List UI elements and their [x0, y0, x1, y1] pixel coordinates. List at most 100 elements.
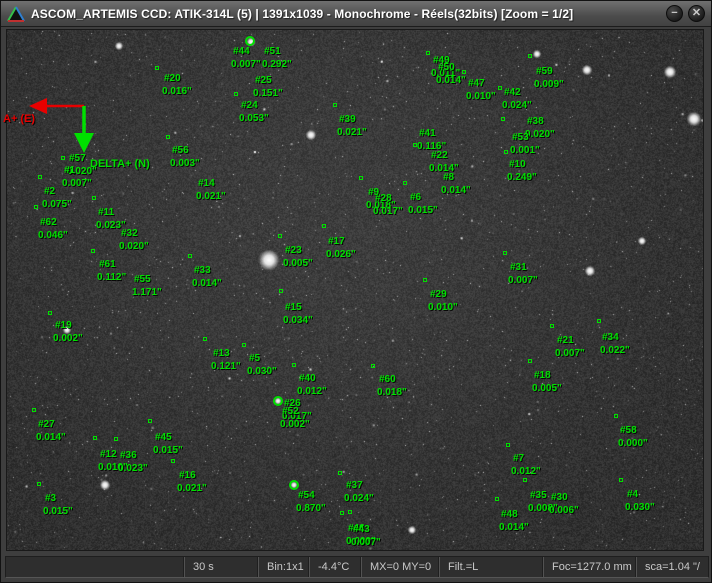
star-label: #31	[510, 262, 527, 273]
title-bar[interactable]: ASCOM_ARTEMIS CCD: ATIK-314L (5) | 1391x…	[1, 1, 711, 27]
star-marker	[597, 319, 601, 323]
star-value: 0.006"	[549, 505, 579, 516]
star-value: 0.010"	[428, 302, 458, 313]
status-filter: Filt.=L	[439, 557, 543, 577]
star-value: 0.007"	[508, 275, 538, 286]
star-value: 0.112"	[97, 272, 126, 283]
star-label: #21	[557, 335, 574, 346]
star-marker	[550, 324, 554, 328]
star-value: 0.007"	[231, 59, 261, 70]
star-value: 0.024"	[344, 493, 374, 504]
star-marker	[171, 459, 175, 463]
star-value: 0.000"	[618, 438, 648, 449]
star-marker	[37, 482, 41, 486]
star-label: #20	[164, 73, 181, 84]
star-value: 0.015"	[408, 205, 438, 216]
star-label: #42	[504, 87, 521, 98]
status-exposure: 30 s	[184, 557, 258, 577]
star-marker	[278, 234, 282, 238]
star-label: #5	[249, 353, 260, 364]
star-value: 0.020"	[119, 241, 149, 252]
star-label: #4	[627, 489, 638, 500]
status-binning: Bin:1x1	[258, 557, 309, 577]
star-marker	[501, 117, 505, 121]
star-marker	[498, 86, 502, 90]
star-label: #13	[213, 348, 230, 359]
star-label: #55	[134, 274, 151, 285]
star-label: #40	[299, 373, 316, 384]
minimize-button[interactable]: −	[666, 5, 683, 22]
star-marker	[48, 311, 52, 315]
star-label: #61	[99, 259, 116, 270]
star-value: 0.002"	[280, 419, 310, 430]
star-label: #39	[339, 114, 356, 125]
star-label: #1	[64, 165, 75, 176]
star-marker	[371, 364, 375, 368]
star-value: 0.014"	[192, 278, 222, 289]
star-value: 0.021"	[177, 483, 207, 494]
star-circle-marker	[289, 480, 299, 490]
star-value: 0.121"	[211, 361, 241, 372]
star-label: #52	[282, 406, 299, 417]
star-marker	[403, 181, 407, 185]
star-label: #27	[38, 419, 55, 430]
star-value: 0.015"	[153, 445, 183, 456]
star-marker	[614, 414, 618, 418]
star-marker	[619, 478, 623, 482]
app-window: ASCOM_ARTEMIS CCD: ATIK-314L (5) | 1391x…	[0, 0, 712, 583]
star-value: 0.023"	[118, 463, 148, 474]
star-marker	[61, 156, 65, 160]
star-label: #30	[551, 492, 568, 503]
star-marker	[423, 278, 427, 282]
star-marker	[148, 419, 152, 423]
star-label: #36	[120, 450, 137, 461]
star-value: 0.016"	[162, 86, 192, 97]
status-mouse-coords: MX=0 MY=0	[361, 557, 439, 577]
star-label: #34	[602, 332, 619, 343]
star-label: #23	[285, 245, 302, 256]
star-value: 0.014"	[499, 522, 529, 533]
star-label: #48	[501, 509, 518, 520]
star-marker	[166, 135, 170, 139]
star-marker	[188, 254, 192, 258]
star-marker	[34, 205, 38, 209]
star-label: #56	[172, 145, 189, 156]
star-label: #33	[194, 265, 211, 276]
star-marker	[155, 66, 159, 70]
star-value: 0.870"	[296, 503, 326, 514]
star-value: 0.010"	[466, 91, 496, 102]
status-temperature: -4.4°C	[309, 557, 361, 577]
star-value: 0.014"	[36, 432, 66, 443]
star-label: #12	[100, 449, 117, 460]
star-label: #16	[179, 470, 196, 481]
star-value: 0.005"	[283, 258, 313, 269]
star-value: 0.151"	[253, 88, 283, 99]
star-label: #50	[438, 62, 455, 73]
star-value: 0.007"	[351, 537, 381, 548]
star-label: #2	[44, 186, 55, 197]
close-button[interactable]: ✕	[688, 5, 705, 22]
status-spacer	[6, 557, 184, 577]
star-marker	[92, 196, 96, 200]
star-label: #3	[45, 493, 56, 504]
star-marker	[114, 437, 118, 441]
star-marker	[340, 511, 344, 515]
star-label: #18	[534, 370, 551, 381]
star-marker	[32, 408, 36, 412]
star-circle-marker	[245, 36, 255, 46]
star-marker	[91, 249, 95, 253]
star-label: #25	[255, 75, 272, 86]
star-marker	[203, 337, 207, 341]
star-label: #7	[513, 453, 524, 464]
star-label: #29	[430, 289, 447, 300]
ccd-image-viewport[interactable]: A+ (E) DELTA+ (N) #440.007"#510.292"#200…	[6, 29, 704, 551]
star-label: #17	[328, 236, 345, 247]
star-label: #45	[155, 432, 172, 443]
star-value: 0.021"	[337, 127, 367, 138]
star-marker	[359, 176, 363, 180]
star-value: 0.015"	[43, 506, 73, 517]
star-label: #51	[264, 46, 281, 57]
star-value: 0.053"	[239, 113, 269, 124]
star-label: #60	[379, 374, 396, 385]
star-marker	[333, 103, 337, 107]
